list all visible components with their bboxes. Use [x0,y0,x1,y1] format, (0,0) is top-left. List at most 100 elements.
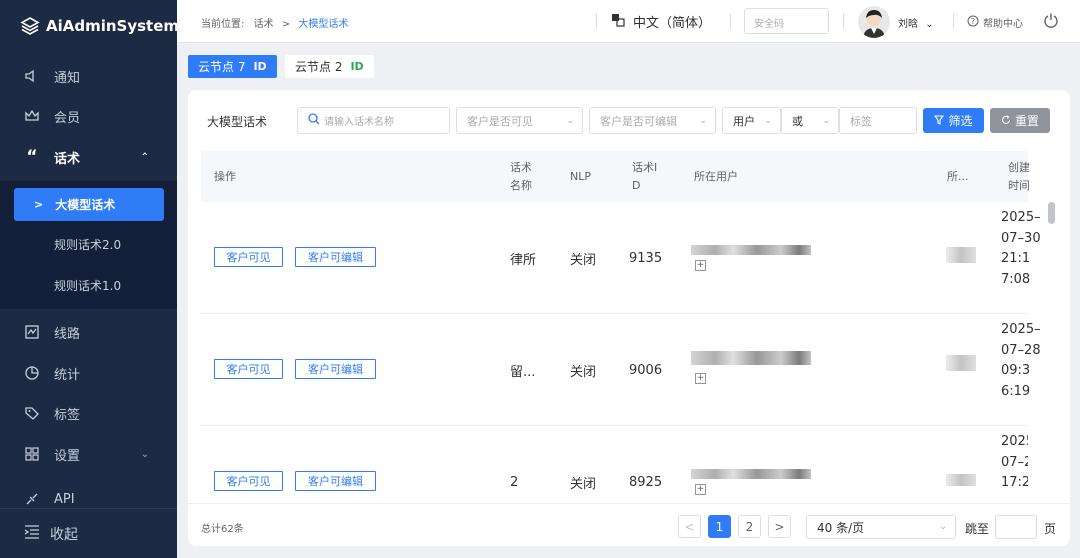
breadcrumb-current: 大模型话术 [298,19,349,30]
help-label: 帮助中心 [983,19,1023,30]
sidebar-item-api[interactable]: API [0,481,177,507]
chevron-down-icon: ⌄ [822,115,830,126]
page-2-button[interactable]: 2 [738,515,761,538]
prev-page-button[interactable]: < [678,515,701,538]
customer-editable-button[interactable]: 客户可编辑 [295,471,376,491]
col-script-name[interactable]: 话术名称 [510,151,538,202]
customer-editable-button[interactable]: 客户可编辑 [295,247,376,267]
table-scrollbar[interactable] [1048,202,1055,224]
next-page-button[interactable]: > [768,515,791,538]
sidebar-subitem-llm-script[interactable]: > 大模型话术 [14,188,164,221]
customer-editable-select[interactable]: 客户是否可编辑 ⌄ [589,107,716,134]
collapse-sidebar-button[interactable]: 收起 [0,508,177,558]
page-1-button[interactable]: 1 [708,515,731,538]
tag-placeholder: 标签 [850,114,872,128]
col-script-id[interactable]: 话术ID [632,151,658,202]
sidebar-item-label: 话术 [54,151,81,167]
translate-icon [611,13,625,31]
refresh-icon [1001,114,1011,128]
blurred-user [691,245,811,255]
customer-visible-button[interactable]: 客户可见 [214,359,283,379]
logic-or-select[interactable]: 或 ⌄ [781,107,839,134]
sidebar-item-member[interactable]: 会员 [0,96,177,136]
sidebar-item-label: API [54,492,75,507]
reset-button[interactable]: 重置 [990,108,1050,133]
breadcrumb-level1[interactable]: 话术 [254,19,274,30]
filter-button-label: 筛选 [948,114,973,128]
script-id-cell: 8925 [629,474,663,490]
created-time-cell: 2025–07–30 21:17:08 [1001,210,1041,287]
language-switcher[interactable]: 中文（简体） [611,12,711,31]
chevron-down-icon: ⌄ [699,115,707,126]
sidebar-item-label: 会员 [54,110,81,126]
jump-label: 跳至 [965,522,990,536]
cloud-node-2-tab[interactable]: 云节点 2 ID [285,55,374,78]
app-name: AiAdminSystem [46,17,180,35]
sidebar-item-route[interactable]: 线路 [0,312,177,352]
select-placeholder: 客户是否可见 [467,114,533,128]
page-size-select[interactable]: 40 条/页 ⌄ [806,515,956,539]
col-user[interactable]: 所在用户 [694,151,738,202]
user-field-select[interactable]: 用户 ⌄ [722,107,781,134]
user-menu[interactable]: 刘晗 ⌄ [898,15,934,30]
quote-icon: “ [26,147,38,167]
search-input[interactable]: 请输入话术名称 [297,107,450,134]
blurred-user [691,469,811,479]
blurred-user [691,351,811,365]
sidebar-subitem-rule-script-1[interactable]: 规则话术1.0 [14,269,164,302]
script-id-cell: 9006 [629,362,663,378]
sidebar-item-script[interactable]: “ 话术 ⌃ [0,137,177,177]
total-count: 总计62条 [201,524,244,535]
script-name-cell: 律所 [510,252,537,268]
chevron-right-icon: > [34,198,44,211]
col-nlp[interactable]: NLP [570,151,591,202]
page-suffix: 页 [1044,522,1057,536]
svg-text:?: ? [971,17,975,26]
tag-input[interactable]: 标签 [839,107,917,134]
sidebar-subitem-label: 规则话术1.0 [54,279,122,293]
search-icon [308,113,320,128]
sidebar-subitem-rule-script-2[interactable]: 规则话术2.0 [14,228,164,261]
sidebar-item-label: 设置 [54,448,81,464]
breadcrumb: 当前位置: 话术 > 大模型话术 [201,15,348,30]
nlp-cell: 关闭 [570,476,597,492]
pagination-bar: 总计62条 < 1 2 > 40 条/页 ⌄ 跳至 页 [188,503,1070,546]
sidebar-item-tags[interactable]: 标签 [0,393,177,433]
sidebar-item-settings[interactable]: 设置 ⌄ [0,434,177,474]
divider [730,13,731,29]
customer-visible-button[interactable]: 客户可见 [214,471,283,491]
sidebar-subitem-label: 规则话术2.0 [54,238,122,252]
col-belong[interactable]: 所... [947,151,969,202]
logout-power-icon[interactable] [1043,12,1059,32]
divider [596,13,597,29]
speaker-icon [24,68,40,84]
security-code-input[interactable]: 安全码 [744,8,829,34]
help-center-link[interactable]: ? 帮助中心 [967,15,1023,30]
grid-icon [24,446,40,462]
sidebar-item-stats[interactable]: 统计 [0,353,177,393]
main-panel: 大模型话术 请输入话术名称 客户是否可见 ⌄ 客户是否可编辑 ⌄ 用户 ⌄ 或 … [188,90,1070,546]
jump-page-input[interactable] [995,515,1037,539]
blurred-belong [946,355,976,371]
search-placeholder: 请输入话术名称 [324,117,394,128]
col-created[interactable]: 创建时间 [1008,151,1034,202]
sidebar-item-notice[interactable]: 通知 [0,56,177,96]
chevron-up-icon: ⌃ [140,151,149,163]
user-name: 刘晗 [898,19,918,30]
filter-button[interactable]: 筛选 [923,108,984,133]
expand-plus-icon[interactable]: + [695,373,706,384]
customer-visible-select[interactable]: 客户是否可见 ⌄ [456,107,583,134]
breadcrumb-prefix: 当前位置: [201,19,245,30]
chevron-down-icon: ⌄ [566,115,574,126]
avatar[interactable] [858,6,890,38]
cloud-node-7-tab[interactable]: 云节点 7 ID [188,55,277,78]
divider [843,13,844,29]
tag-icon [24,405,40,421]
route-icon [24,324,40,340]
top-header: 当前位置: 话术 > 大模型话术 中文（简体） 安全码 刘晗 ⌄ ? 帮助中心 [177,0,1080,43]
expand-plus-icon[interactable]: + [695,260,706,271]
customer-editable-button[interactable]: 客户可编辑 [295,359,376,379]
expand-plus-icon[interactable]: + [695,484,706,495]
script-name-cell: 留... [510,364,536,380]
customer-visible-button[interactable]: 客户可见 [214,247,283,267]
